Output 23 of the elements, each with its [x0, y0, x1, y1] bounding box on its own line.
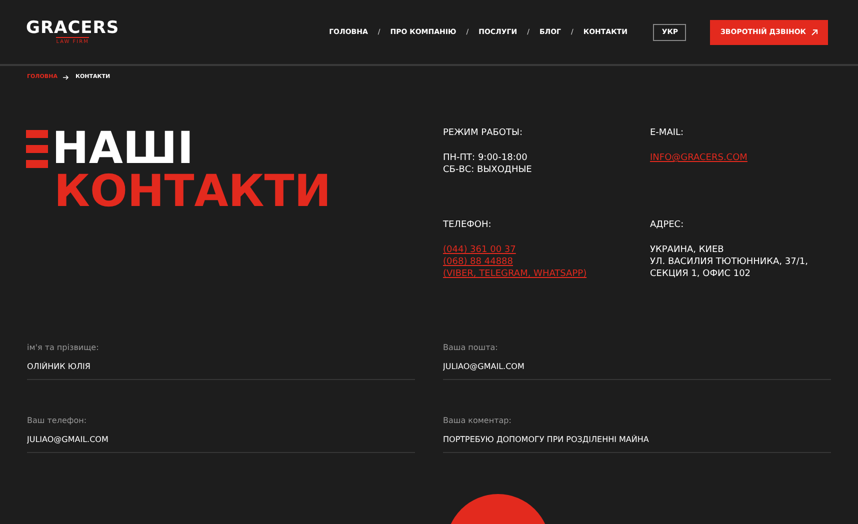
arrow-up-right-icon	[811, 28, 818, 36]
heading-line: НАШІ	[52, 128, 194, 170]
heading-line: КОНТАКТИ	[54, 170, 332, 214]
info-title: ТЕЛЕФОН:	[443, 220, 492, 230]
contact-link[interactable]: (068) 88 44888	[443, 256, 650, 268]
logo-name: GRACERS	[26, 19, 120, 37]
field-label: Ваш телефон:	[27, 416, 88, 425]
contact-link[interactable]: (VIBER, TELEGRAM, WHATSAPP)	[443, 268, 650, 280]
info-text: СЕКЦИЯ 1, ОФИС 102	[650, 268, 752, 280]
field-label: Ваша пошта:	[443, 343, 499, 352]
field-label: Ваша коментар:	[443, 416, 512, 425]
info-text: УКРАИНА, КИЕВ	[650, 244, 725, 256]
field-label: ім'я та прізвище:	[27, 343, 100, 352]
info-text: СБ-ВС: ВЫХОДНЫЕ	[443, 164, 533, 176]
contact-link[interactable]: (044) 361 00 37	[443, 244, 650, 256]
stripes-icon	[26, 130, 48, 168]
arrow-right-icon	[63, 74, 70, 80]
info-text: ПН-ПТ: 9:00-18:00	[443, 152, 528, 164]
info-title: АДРЕС:	[650, 220, 685, 230]
info-text: УЛ. ВАСИЛИЯ ТЮТЮННИКА, 37/1,	[650, 256, 809, 268]
contact-link[interactable]: INFO@GRACERS.COM	[650, 152, 832, 164]
info-title: E-MAIL:	[650, 128, 685, 138]
info-title: РЕЖИМ РАБОТЫ:	[443, 128, 524, 138]
